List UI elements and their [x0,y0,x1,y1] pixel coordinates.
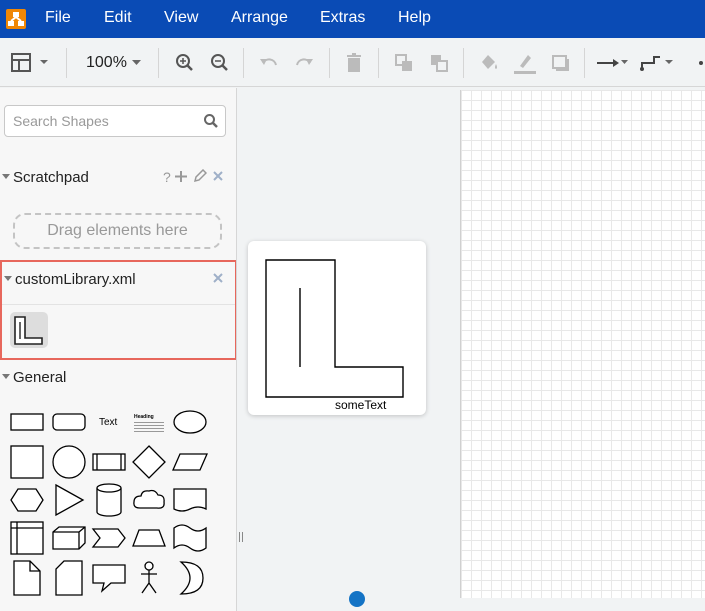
app-logo[interactable] [6,9,26,29]
toolbar-separator [66,48,67,78]
shape-rectangle[interactable] [8,403,46,441]
scratchpad-dropzone[interactable]: Drag elements here [13,213,222,249]
undo-icon[interactable] [258,50,280,76]
general-header[interactable]: General [0,360,236,396]
zoom-out-icon[interactable] [209,50,231,76]
close-icon[interactable] [212,169,224,187]
drawing-canvas[interactable] [460,90,705,598]
shape-step[interactable] [90,519,128,557]
shape-hexagon[interactable] [8,481,46,519]
menu-bar: File Edit View Arrange Extras Help [0,0,705,38]
to-front-icon[interactable] [394,50,416,76]
connection-arrow-icon[interactable] [595,50,631,76]
shape-diamond[interactable] [130,443,168,481]
toolbar: 100% [0,38,705,87]
zoom-level[interactable]: 100% [86,54,127,72]
general-title: General [13,369,67,386]
to-back-icon[interactable] [429,50,451,76]
shape-actor[interactable] [130,559,168,597]
line-color-icon[interactable] [513,50,537,76]
scratchpad-title: Scratchpad [13,169,89,186]
search-box [4,105,226,137]
help-icon[interactable]: ? [163,169,171,185]
add-icon[interactable] [175,169,187,187]
waypoints-icon[interactable] [640,50,676,76]
delete-icon[interactable] [344,50,364,76]
scratchpad-header[interactable]: Scratchpad ? [0,160,236,196]
toolbar-separator [243,48,244,78]
toolbar-separator [378,48,379,78]
shape-internal-storage[interactable] [8,519,46,557]
toolbar-separator [584,48,585,78]
collapse-arrow-icon [2,174,10,179]
shape-rounded-rectangle[interactable] [50,403,88,441]
custom-library-title: customLibrary.xml [15,271,136,288]
search-icon[interactable] [203,113,219,134]
shape-document[interactable] [171,481,209,519]
shape-text[interactable]: Text [99,417,117,428]
shape-trapezoid[interactable] [130,519,168,557]
shape-process[interactable] [90,443,128,481]
menu-extras[interactable]: Extras [320,9,365,27]
divider [2,304,235,305]
preview-l-shape [265,259,404,398]
toolbar-separator [158,48,159,78]
edit-icon[interactable] [193,168,208,187]
shape-parallelogram[interactable] [171,443,209,481]
toolbar-separator [463,48,464,78]
more-icon[interactable] [697,50,705,76]
shape-cylinder[interactable] [90,481,128,519]
format-panel-icon[interactable] [10,50,52,76]
menu-help[interactable]: Help [398,9,431,27]
custom-library-header[interactable]: customLibrary.xml [2,262,236,298]
shadow-icon[interactable] [550,50,572,76]
zoom-in-icon[interactable] [174,50,196,76]
menu-arrange[interactable]: Arrange [231,9,288,27]
preview-label: someText [335,398,387,412]
shape-cube[interactable] [50,519,88,557]
search-input[interactable] [5,106,195,136]
shape-note[interactable] [8,559,46,597]
shape-cloud[interactable] [130,481,168,519]
collapse-arrow-icon [4,276,12,281]
sidebar-splitter[interactable] [239,532,243,542]
scroll-indicator[interactable] [349,591,365,607]
shape-triangle[interactable] [50,481,88,519]
shape-preview-popup: someText [248,241,426,415]
shape-card[interactable] [50,559,88,597]
shape-square[interactable] [8,443,46,481]
sidebar: Scratchpad ? Drag elements here customLi… [0,88,237,611]
shape-heading[interactable]: Heading [134,414,164,432]
shape-tape[interactable] [171,519,209,557]
redo-icon[interactable] [293,50,315,76]
close-icon[interactable] [212,271,224,289]
menu-edit[interactable]: Edit [104,9,132,27]
zoom-dropdown-arrow[interactable] [130,50,144,76]
shape-circle[interactable] [50,443,88,481]
collapse-arrow-icon [2,374,10,379]
shape-ellipse[interactable] [171,403,209,441]
menu-view[interactable]: View [164,9,198,27]
shape-or[interactable] [171,559,209,597]
fill-color-icon[interactable] [478,50,500,76]
heading-shape-title: Heading [134,414,154,420]
toolbar-separator [329,48,330,78]
library-shape-l[interactable] [10,312,48,348]
shape-callout[interactable] [90,559,128,597]
custom-library-section: customLibrary.xml [0,260,236,360]
menu-file[interactable]: File [45,9,71,27]
